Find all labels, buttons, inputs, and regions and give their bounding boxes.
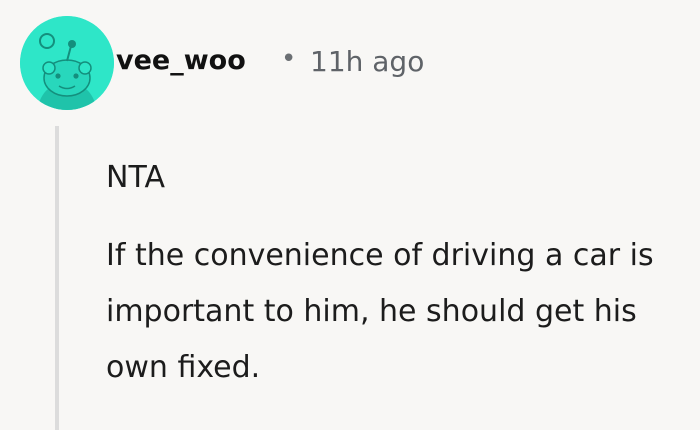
avatar[interactable] (20, 16, 114, 110)
meta-separator: • (281, 44, 297, 74)
comment-paragraph: NTA (106, 160, 165, 195)
comment-timestamp[interactable]: 11h ago (310, 45, 424, 79)
comment-paragraph: If the convenience of driving a car is i… (106, 238, 654, 385)
comment-body: NTA If the convenience of driving a car … (106, 150, 676, 396)
comment: vee_woo • 11h ago NTA If the convenience… (0, 0, 700, 430)
username[interactable]: vee_woo (116, 44, 246, 78)
thread-line (55, 126, 59, 430)
reddit-snoo-avatar-icon (20, 16, 114, 110)
